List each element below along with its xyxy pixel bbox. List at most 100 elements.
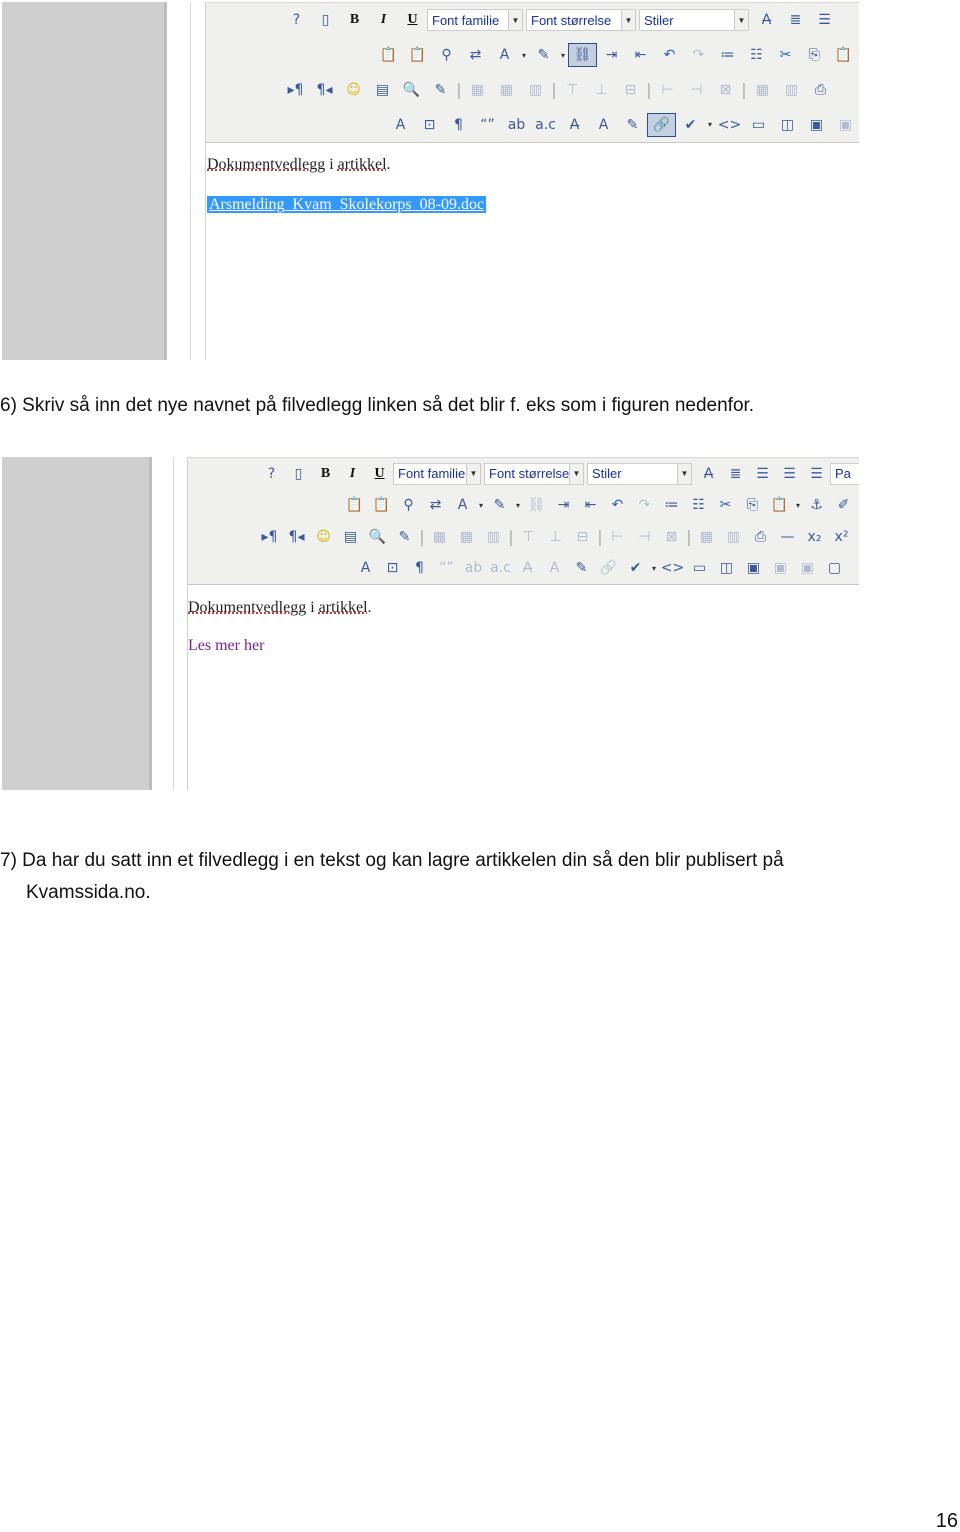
merge-icon[interactable]: ▥ <box>480 525 507 549</box>
new-document-icon[interactable]: ▯ <box>311 8 340 32</box>
unordered-list-icon[interactable]: ☷ <box>742 43 771 67</box>
col-before-icon[interactable]: ⊢ <box>653 78 682 102</box>
highlight-color-icon[interactable]: ✎ <box>486 493 513 517</box>
align-left-icon[interactable]: ☰ <box>776 462 803 486</box>
ordered-list-icon[interactable]: ≔ <box>658 493 685 517</box>
paste-text-icon[interactable]: 📋 <box>403 43 432 67</box>
bold-icon[interactable]: B <box>312 462 339 486</box>
dropdown-icon[interactable]: ▾ <box>705 113 715 137</box>
copy-icon[interactable]: ⎘ <box>739 493 766 517</box>
col-after-icon[interactable]: ⊣ <box>682 78 711 102</box>
abbr-icon[interactable]: ab <box>460 556 487 580</box>
template-icon[interactable]: ▤ <box>337 525 364 549</box>
chevron-down-icon[interactable]: ▼ <box>466 463 480 484</box>
row-after-icon[interactable]: ⊥ <box>542 525 569 549</box>
cut-icon[interactable]: ✂ <box>771 43 800 67</box>
paste-icon[interactable]: 📋 <box>766 493 793 517</box>
code-icon[interactable]: <> <box>659 556 686 580</box>
chevron-down-icon[interactable]: ▼ <box>569 463 583 484</box>
table-icon[interactable]: ▦ <box>748 78 777 102</box>
insert-layer-icon[interactable]: ⊡ <box>379 556 406 580</box>
redo-icon[interactable]: ↷ <box>631 493 658 517</box>
cut-icon[interactable]: ✂ <box>712 493 739 517</box>
styles-select[interactable]: Stiler ▼ <box>587 462 692 485</box>
image-icon[interactable]: ▣ <box>831 113 859 137</box>
justify-full-icon[interactable]: ≣ <box>722 462 749 486</box>
format-select[interactable]: Pa <box>830 462 859 485</box>
paste-word-icon[interactable]: 📋 <box>374 43 403 67</box>
pilcrow-icon[interactable]: ¶ <box>406 556 433 580</box>
rtl-icon[interactable]: ¶◂ <box>283 525 310 549</box>
dropdown-icon[interactable]: ▾ <box>513 493 523 517</box>
strikethrough-abc-icon[interactable]: A̶ <box>752 8 781 32</box>
align-center-icon[interactable]: ☰ <box>749 462 776 486</box>
dropdown-icon[interactable]: ▾ <box>793 493 803 517</box>
selected-attachment-link[interactable]: Arsmelding_Kvam_Skolekorps_08-09.doc <box>207 196 487 213</box>
delete-row-icon[interactable]: ⊟ <box>616 78 645 102</box>
replace-icon[interactable]: ⇄ <box>461 43 490 67</box>
col-after-icon[interactable]: ⊣ <box>631 525 658 549</box>
spellcheck-icon[interactable]: ✔ <box>676 113 705 137</box>
table-icon[interactable]: ▦ <box>693 525 720 549</box>
layer-icon[interactable]: ▭ <box>744 113 773 137</box>
emoticon-icon[interactable]: ☺ <box>310 525 337 549</box>
code-icon[interactable]: <> <box>715 113 744 137</box>
dropdown-icon[interactable]: ▾ <box>649 556 659 580</box>
chevron-down-icon[interactable]: ▼ <box>508 10 522 31</box>
unordered-list-icon[interactable]: ☷ <box>685 493 712 517</box>
replace-icon[interactable]: ⇄ <box>422 493 449 517</box>
preview-icon[interactable]: 🔍 <box>364 525 391 549</box>
acronym-icon[interactable]: a.c <box>531 113 560 137</box>
anchor-icon[interactable]: ⚓ <box>803 493 830 517</box>
styleprops-icon[interactable]: A <box>386 113 415 137</box>
text-color-icon[interactable]: A <box>449 493 476 517</box>
ins-icon[interactable]: A <box>541 556 568 580</box>
row-before-icon[interactable]: ⊤ <box>558 78 587 102</box>
horizontal-rule-icon[interactable]: — <box>774 525 801 549</box>
italic-icon[interactable]: I <box>339 462 366 486</box>
media-icon[interactable]: ▢ <box>821 556 848 580</box>
cite-icon[interactable]: “” <box>433 556 460 580</box>
delete-col-icon[interactable]: ⊠ <box>658 525 685 549</box>
dropdown-icon[interactable]: ▾ <box>519 43 529 67</box>
ordered-list-icon[interactable]: ≔ <box>713 43 742 67</box>
cite-icon[interactable]: “” <box>473 113 502 137</box>
row-before-icon[interactable]: ⊤ <box>515 525 542 549</box>
paste-word-icon[interactable]: 📋 <box>341 493 368 517</box>
attachment-link[interactable]: Les mer her <box>188 637 264 654</box>
split-icon[interactable]: ▥ <box>777 78 806 102</box>
unlink-icon[interactable]: ⛓ <box>523 493 550 517</box>
col-before-icon[interactable]: ⊢ <box>604 525 631 549</box>
link-icon[interactable]: 🔗 <box>647 112 676 137</box>
rtl-icon[interactable]: ¶◂ <box>310 78 339 102</box>
preview-icon[interactable]: 🔍 <box>397 78 426 102</box>
superscript-icon[interactable]: x² <box>828 525 855 549</box>
row-props-icon[interactable]: ▦ <box>463 78 492 102</box>
merge-icon[interactable]: ▥ <box>521 78 550 102</box>
del-icon[interactable]: A̶ <box>514 556 541 580</box>
styles-select[interactable]: Stiler ▼ <box>639 9 749 32</box>
find-icon[interactable]: ⚲ <box>432 43 461 67</box>
copy-icon[interactable]: ⎘ <box>800 43 829 67</box>
strikethrough-abc-icon[interactable]: A̶ <box>695 462 722 486</box>
justify-full-icon[interactable]: ≣ <box>781 8 810 32</box>
align-center-icon[interactable]: ☰ <box>810 8 839 32</box>
ins-icon[interactable]: A <box>589 113 618 137</box>
split-icon[interactable]: ▥ <box>720 525 747 549</box>
new-document-icon[interactable]: ▯ <box>285 462 312 486</box>
paste-icon[interactable]: 📋 <box>829 43 858 67</box>
ltr-icon[interactable]: ▸¶ <box>281 78 310 102</box>
underline-icon[interactable]: U <box>366 462 393 486</box>
columns-icon[interactable]: ◫ <box>713 556 740 580</box>
underline-icon[interactable]: U <box>398 8 427 32</box>
del-icon[interactable]: A̶ <box>560 113 589 137</box>
delete-row-icon[interactable]: ⊟ <box>569 525 596 549</box>
ltr-icon[interactable]: ▸¶ <box>256 525 283 549</box>
emoticon-icon[interactable]: ☺ <box>339 78 368 102</box>
find-icon[interactable]: ⚲ <box>395 493 422 517</box>
template-icon[interactable]: ▤ <box>368 78 397 102</box>
outdent-icon[interactable]: ⇤ <box>626 43 655 67</box>
pilcrow-icon[interactable]: ¶ <box>444 113 473 137</box>
font-family-select[interactable]: Font familie ▼ <box>427 9 523 32</box>
chevron-down-icon[interactable]: ▼ <box>734 10 748 31</box>
